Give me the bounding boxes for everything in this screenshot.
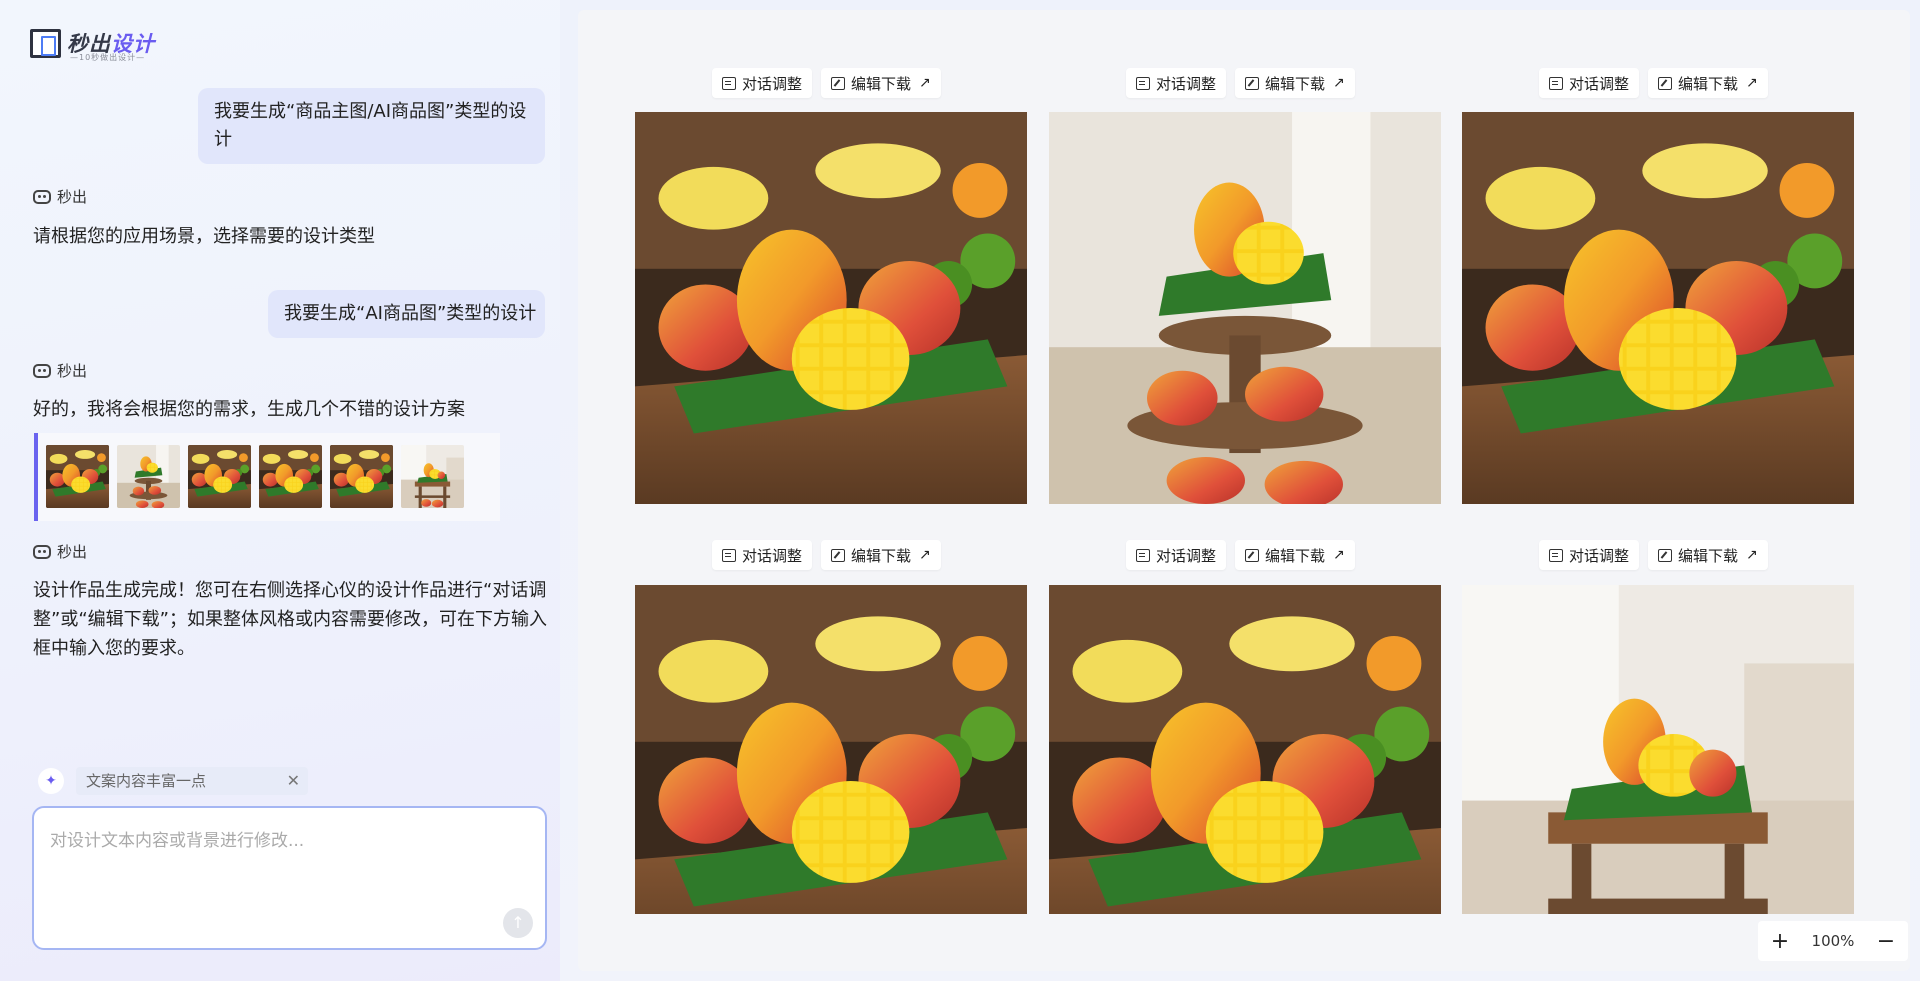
bot-label: 秒出 <box>33 541 87 562</box>
design-image[interactable] <box>1049 585 1441 914</box>
chat-adjust-button[interactable]: 对话调整 <box>712 68 813 98</box>
bot-label: 秒出 <box>33 186 87 207</box>
bot-label: 秒出 <box>33 360 87 381</box>
card-toolbar: 对话调整 编辑下载 ↗ <box>712 68 941 98</box>
external-arrow-icon: ↗ <box>919 547 931 563</box>
edit-download-button[interactable]: 编辑下载 ↗ <box>1648 68 1768 98</box>
external-arrow-icon: ↗ <box>1333 547 1345 563</box>
chat-adjust-icon <box>1549 76 1563 90</box>
logo-mark-icon <box>30 29 61 58</box>
chat-adjust-icon <box>1136 76 1150 90</box>
send-button[interactable]: ↑ <box>503 908 533 938</box>
edit-icon <box>831 76 846 90</box>
card-toolbar: 对话调整 编辑下载 ↗ <box>1126 540 1355 570</box>
bot-icon <box>33 189 51 204</box>
card-toolbar: 对话调整 编辑下载 ↗ <box>1539 540 1768 570</box>
edit-download-button[interactable]: 编辑下载 ↗ <box>1235 68 1355 98</box>
brand-logo: 秒出设计 —10秒做出设计— <box>30 28 162 62</box>
zoom-control: + 100% − <box>1758 921 1908 961</box>
edit-icon <box>1658 76 1673 90</box>
chat-adjust-icon <box>1549 548 1563 562</box>
design-thumbnail[interactable] <box>401 445 464 508</box>
design-card: 对话调整 编辑下载 ↗ <box>635 68 1027 505</box>
chat-adjust-button[interactable]: 对话调整 <box>1539 68 1640 98</box>
edit-icon <box>1245 76 1260 90</box>
zoom-in-button[interactable]: + <box>1770 929 1790 954</box>
zoom-out-button[interactable]: − <box>1876 929 1896 954</box>
design-image[interactable] <box>1049 112 1441 504</box>
chat-input-box: ↑ <box>32 806 547 950</box>
chat-adjust-icon <box>722 76 736 90</box>
design-thumbnail[interactable] <box>46 445 109 508</box>
design-card: 对话调整 编辑下载 ↗ <box>1049 540 1441 914</box>
chat-adjust-icon <box>722 548 736 562</box>
chat-adjust-button[interactable]: 对话调整 <box>1539 540 1640 570</box>
bot-icon <box>33 544 51 559</box>
brand-tagline: —10秒做出设计— <box>70 53 146 62</box>
design-thumbnail[interactable] <box>259 445 322 508</box>
design-image[interactable] <box>1462 585 1854 914</box>
design-thumbnail[interactable] <box>188 445 251 508</box>
chat-input[interactable] <box>34 808 545 948</box>
chat-adjust-button[interactable]: 对话调整 <box>1126 540 1227 570</box>
close-icon[interactable]: ✕ <box>287 767 300 795</box>
edit-download-button[interactable]: 编辑下载 ↗ <box>821 68 941 98</box>
card-toolbar: 对话调整 编辑下载 ↗ <box>1539 68 1768 98</box>
chat-panel: 秒出设计 —10秒做出设计— 我要生成“商品主图/AI商品图”类型的设计 秒出 … <box>0 0 560 981</box>
bot-message: 好的，我将会根据您的需求，生成几个不错的设计方案 <box>33 399 465 420</box>
design-card: 对话调整 编辑下载 ↗ <box>635 540 1027 914</box>
design-thumbnail-strip <box>34 433 500 521</box>
edit-icon <box>831 548 846 562</box>
user-message: 我要生成“商品主图/AI商品图”类型的设计 <box>198 88 545 164</box>
sparkle-icon: ✦ <box>38 768 64 794</box>
design-image[interactable] <box>1462 112 1854 504</box>
edit-download-button[interactable]: 编辑下载 ↗ <box>821 540 941 570</box>
design-thumbnail[interactable] <box>330 445 393 508</box>
user-message: 我要生成“AI商品图”类型的设计 <box>268 290 545 338</box>
bot-icon <box>33 363 51 378</box>
card-toolbar: 对话调整 编辑下载 ↗ <box>712 540 941 570</box>
edit-icon <box>1245 548 1260 562</box>
external-arrow-icon: ↗ <box>1746 75 1758 91</box>
edit-download-button[interactable]: 编辑下载 ↗ <box>1235 540 1355 570</box>
external-arrow-icon: ↗ <box>1746 547 1758 563</box>
bot-message: 设计作品生成完成！您可在右侧选择心仪的设计作品进行“对话调整”或“编辑下载”；如… <box>33 580 547 659</box>
chat-adjust-icon <box>1136 548 1150 562</box>
card-toolbar: 对话调整 编辑下载 ↗ <box>1126 68 1355 98</box>
bot-message: 请根据您的应用场景，选择需要的设计类型 <box>33 226 375 247</box>
design-card: 对话调整 编辑下载 ↗ <box>1049 68 1441 505</box>
design-card: 对话调整 编辑下载 ↗ <box>1462 68 1854 505</box>
edit-download-button[interactable]: 编辑下载 ↗ <box>1648 540 1768 570</box>
design-thumbnail[interactable] <box>117 445 180 508</box>
external-arrow-icon: ↗ <box>1333 75 1345 91</box>
chat-adjust-button[interactable]: 对话调整 <box>1126 68 1227 98</box>
design-image[interactable] <box>635 585 1027 914</box>
design-card: 对话调整 编辑下载 ↗ <box>1462 540 1854 914</box>
chat-adjust-button[interactable]: 对话调整 <box>712 540 813 570</box>
external-arrow-icon: ↗ <box>919 75 931 91</box>
suggestion-chip[interactable]: 文案内容丰富一点 ✕ <box>76 767 308 795</box>
edit-icon <box>1658 548 1673 562</box>
design-image[interactable] <box>635 112 1027 504</box>
zoom-level: 100% <box>1811 932 1855 950</box>
